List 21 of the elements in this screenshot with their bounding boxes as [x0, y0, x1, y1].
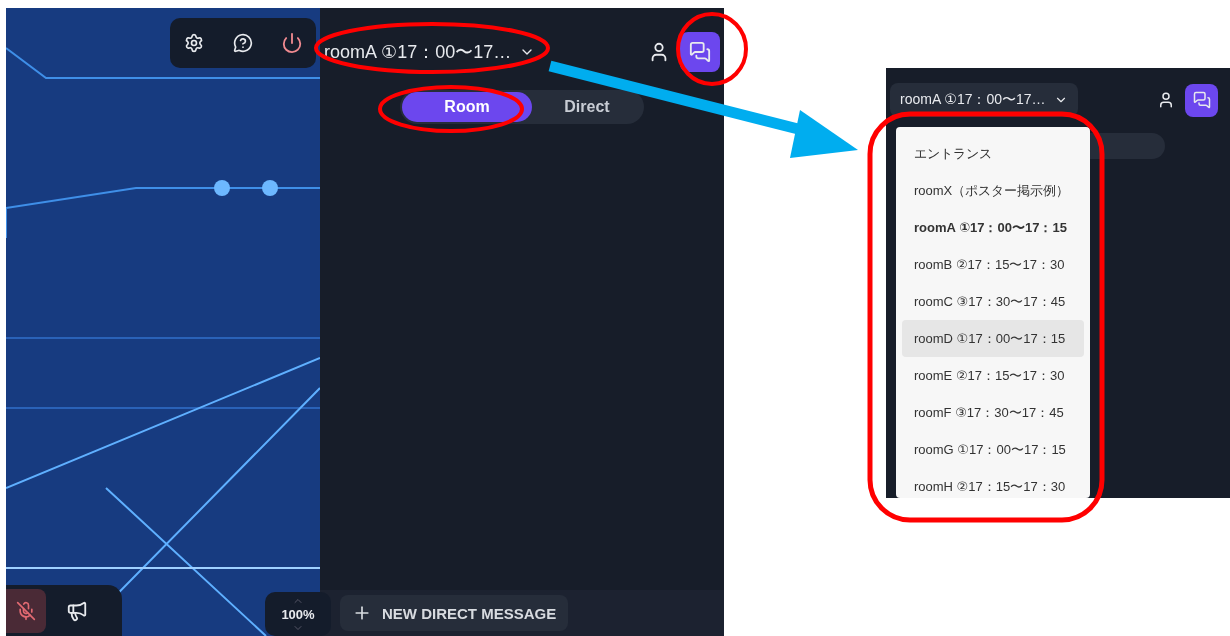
menu-item[interactable]: roomB ②17：15〜17：30 — [902, 246, 1084, 283]
menu-item[interactable]: roomC ③17：30〜17：45 — [902, 283, 1084, 320]
zoom-level: 100% — [281, 606, 315, 622]
chat-bubbles-icon — [689, 41, 711, 63]
menu-item[interactable]: roomD ①17：00〜17：15 — [902, 320, 1084, 357]
room-select[interactable]: roomA ①17：00〜17… — [324, 40, 536, 64]
menu-item[interactable]: roomA ①17：00〜17：15 — [902, 209, 1084, 246]
menu-item[interactable]: エントランス — [902, 135, 1084, 172]
microphone-button[interactable] — [6, 588, 46, 633]
tab[interactable]: Direct — [532, 92, 642, 122]
chat-bubbles-icon — [1192, 91, 1211, 109]
tab[interactable]: Room — [402, 92, 532, 122]
menu-item[interactable]: roomX（ポスター掲示例） — [902, 172, 1084, 209]
menu-item[interactable]: roomF ③17：30〜17：45 — [902, 394, 1084, 431]
menu-item[interactable]: roomG ①17：00〜17：15 — [902, 431, 1084, 468]
chat-button[interactable] — [1185, 83, 1218, 117]
menu-item[interactable]: roomE ②17：15〜17：30 — [902, 357, 1084, 394]
new-direct-message-button[interactable]: NEW DIRECT MESSAGE — [340, 595, 569, 631]
muted-microphone-icon — [16, 600, 36, 621]
chat-button[interactable] — [680, 32, 720, 72]
menu-item[interactable]: roomH ②17：15〜17：30 — [902, 468, 1084, 498]
